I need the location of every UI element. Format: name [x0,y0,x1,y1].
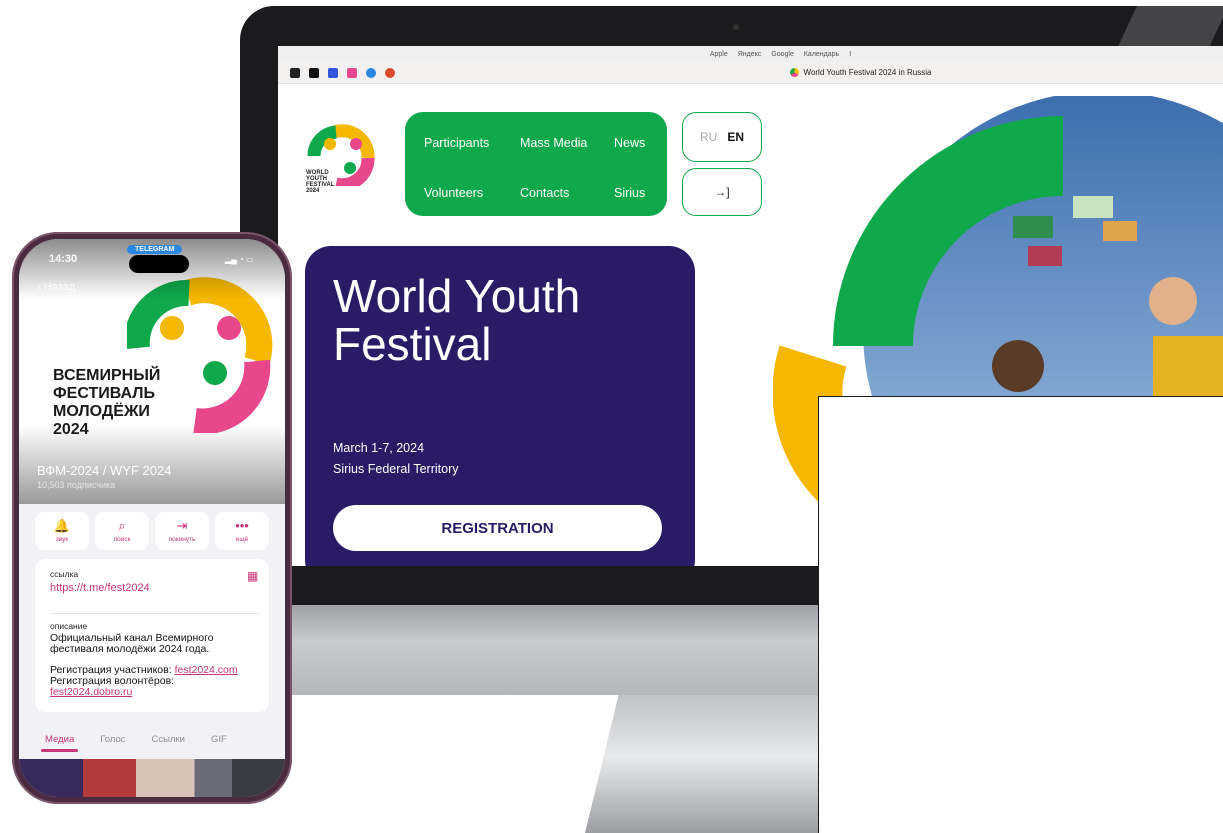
description-label: описание [50,621,88,631]
bookmark-calendar[interactable]: Календарь [804,51,839,58]
bookmark-more[interactable]: I [849,51,851,58]
pinned-tab-icon[interactable] [366,67,376,78]
pinned-tab-icon[interactable] [328,67,338,78]
login-icon: →] [714,185,730,199]
search-icon: ⌕ [118,518,126,533]
tab-bar: World Youth Festival 2024 in Russia [278,62,1223,84]
link-label: ссылка [50,569,79,579]
festival-title-ru: ВСЕМИРНЫЙ ФЕСТИВАЛЬ МОЛОДЁЖИ 2024 [53,367,160,439]
leave-button[interactable]: ⇥ покинуть [155,512,209,550]
pinned-tab-icon[interactable] [309,67,319,78]
reg-participants-link[interactable]: fest2024.com [175,664,238,676]
channel-info-card: ссылка https://t.me/fest2024 ▦ описание … [35,559,269,712]
registration-info: Регистрация участников: fest2024.com Рег… [50,665,260,698]
channel-header: ВСЕМИРНЫЙ ФЕСТИВАЛЬ МОЛОДЁЖИ 2024 ВФМ-20… [19,239,285,504]
language-switcher[interactable]: RU EN [682,112,762,162]
nav-contacts[interactable]: Contacts [520,186,614,216]
bookmark-google[interactable]: Google [771,51,794,58]
action-label: ещё [235,536,249,543]
reg-volunteers-link[interactable]: fest2024.dobro.ru [50,686,132,698]
logo-text: WORLD YOUTH FESTIVAL 2024 [306,170,335,194]
pinned-tabs [278,67,498,78]
dynamic-island [129,255,189,273]
action-label: звук [55,536,69,543]
subscriber-count: 10,503 подписчика [37,480,116,490]
lang-ru[interactable]: RU [700,130,717,144]
more-icon: ••• [235,518,249,533]
telegram-channel-screen: ВСЕМИРНЫЙ ФЕСТИВАЛЬ МОЛОДЁЖИ 2024 ВФМ-20… [19,239,285,797]
nav-sirius[interactable]: Sirius [614,186,674,216]
bell-icon: 🔔 [53,518,71,533]
title-line: 2024 [53,421,89,438]
hero-place: Sirius Federal Territory [333,462,459,476]
channel-name: ВФМ-2024 / WYF 2024 [37,463,172,478]
tab-links[interactable]: Ссылки [152,734,185,745]
hero-date: March 1-7, 2024 [333,441,425,455]
telegram-pill: TELEGRAM [127,245,183,254]
bookmark-apple[interactable]: Apple [710,51,728,58]
tab-media[interactable]: Медиа [40,734,79,752]
back-label: Назад [43,281,76,293]
chevron-left-icon: ‹ [37,281,44,293]
title-line: ФЕСТИВАЛЬ [53,385,155,402]
search-button[interactable]: ⌕ поиск [95,512,149,550]
pinned-tab-icon[interactable] [290,67,300,78]
active-tab-title: World Youth Festival 2024 in Russia [803,68,932,77]
main-nav: Participants Mass Media News Volunteers … [405,112,667,216]
blank-overlay-panel [818,396,1223,833]
pinned-tab-icon[interactable] [347,67,357,78]
bookmarks-bar: Apple Яндекс Google Календарь I [278,46,1223,62]
channel-link[interactable]: https://t.me/fest2024 [50,582,150,594]
qr-code-icon[interactable]: ▦ [247,569,258,583]
channel-actions: 🔔 звук ⌕ поиск ⇥ покинуть ••• ещё [35,512,269,550]
status-time: 14:30 [49,253,78,265]
back-button[interactable]: ‹ Назад [37,281,75,293]
nav-mass-media[interactable]: Mass Media [520,136,614,166]
action-label: поиск [113,536,131,543]
media-thumbnails[interactable] [19,759,285,797]
nav-participants[interactable]: Participants [424,136,520,166]
hero-dates: March 1-7, 2024 Sirius Federal Territory [333,438,459,480]
status-icons: ▂▄ ◔ ▭ [225,255,254,264]
nav-volunteers[interactable]: Volunteers [424,186,520,216]
hero-title: World Youth Festival [333,270,581,370]
action-label: покинуть [168,536,196,543]
tab-voice[interactable]: Голос [100,734,125,745]
registration-button[interactable]: REGISTRATION [333,505,662,551]
title-line: ВСЕМИРНЫЙ [53,367,161,384]
description-text: Официальный канал Всемирного фестиваля м… [50,632,214,655]
festival-favicon-icon [789,68,799,77]
leave-icon: ⇥ [176,518,188,533]
login-button[interactable]: →] [682,168,762,216]
mute-button[interactable]: 🔔 звук [35,512,89,550]
phone-frame: ВСЕМИРНЫЙ ФЕСТИВАЛЬ МОЛОДЁЖИ 2024 ВФМ-20… [12,232,292,804]
pinned-tab-icon[interactable] [385,67,395,78]
media-tabs: Медиа Голос Ссылки GIF [19,725,285,753]
bookmark-yandex[interactable]: Яндекс [738,51,762,58]
festival-logo[interactable]: WORLD YOUTH FESTIVAL 2024 [306,116,388,212]
lang-en[interactable]: EN [727,130,744,144]
title-line: МОЛОДЁЖИ [53,403,150,420]
active-tab[interactable]: World Youth Festival 2024 in Russia [498,68,1223,77]
tab-gif[interactable]: GIF [211,734,227,745]
camera [733,24,739,30]
hero-card: World Youth Festival March 1-7, 2024 Sir… [305,246,695,566]
more-button[interactable]: ••• ещё [215,512,269,550]
nav-news[interactable]: News [614,136,674,166]
